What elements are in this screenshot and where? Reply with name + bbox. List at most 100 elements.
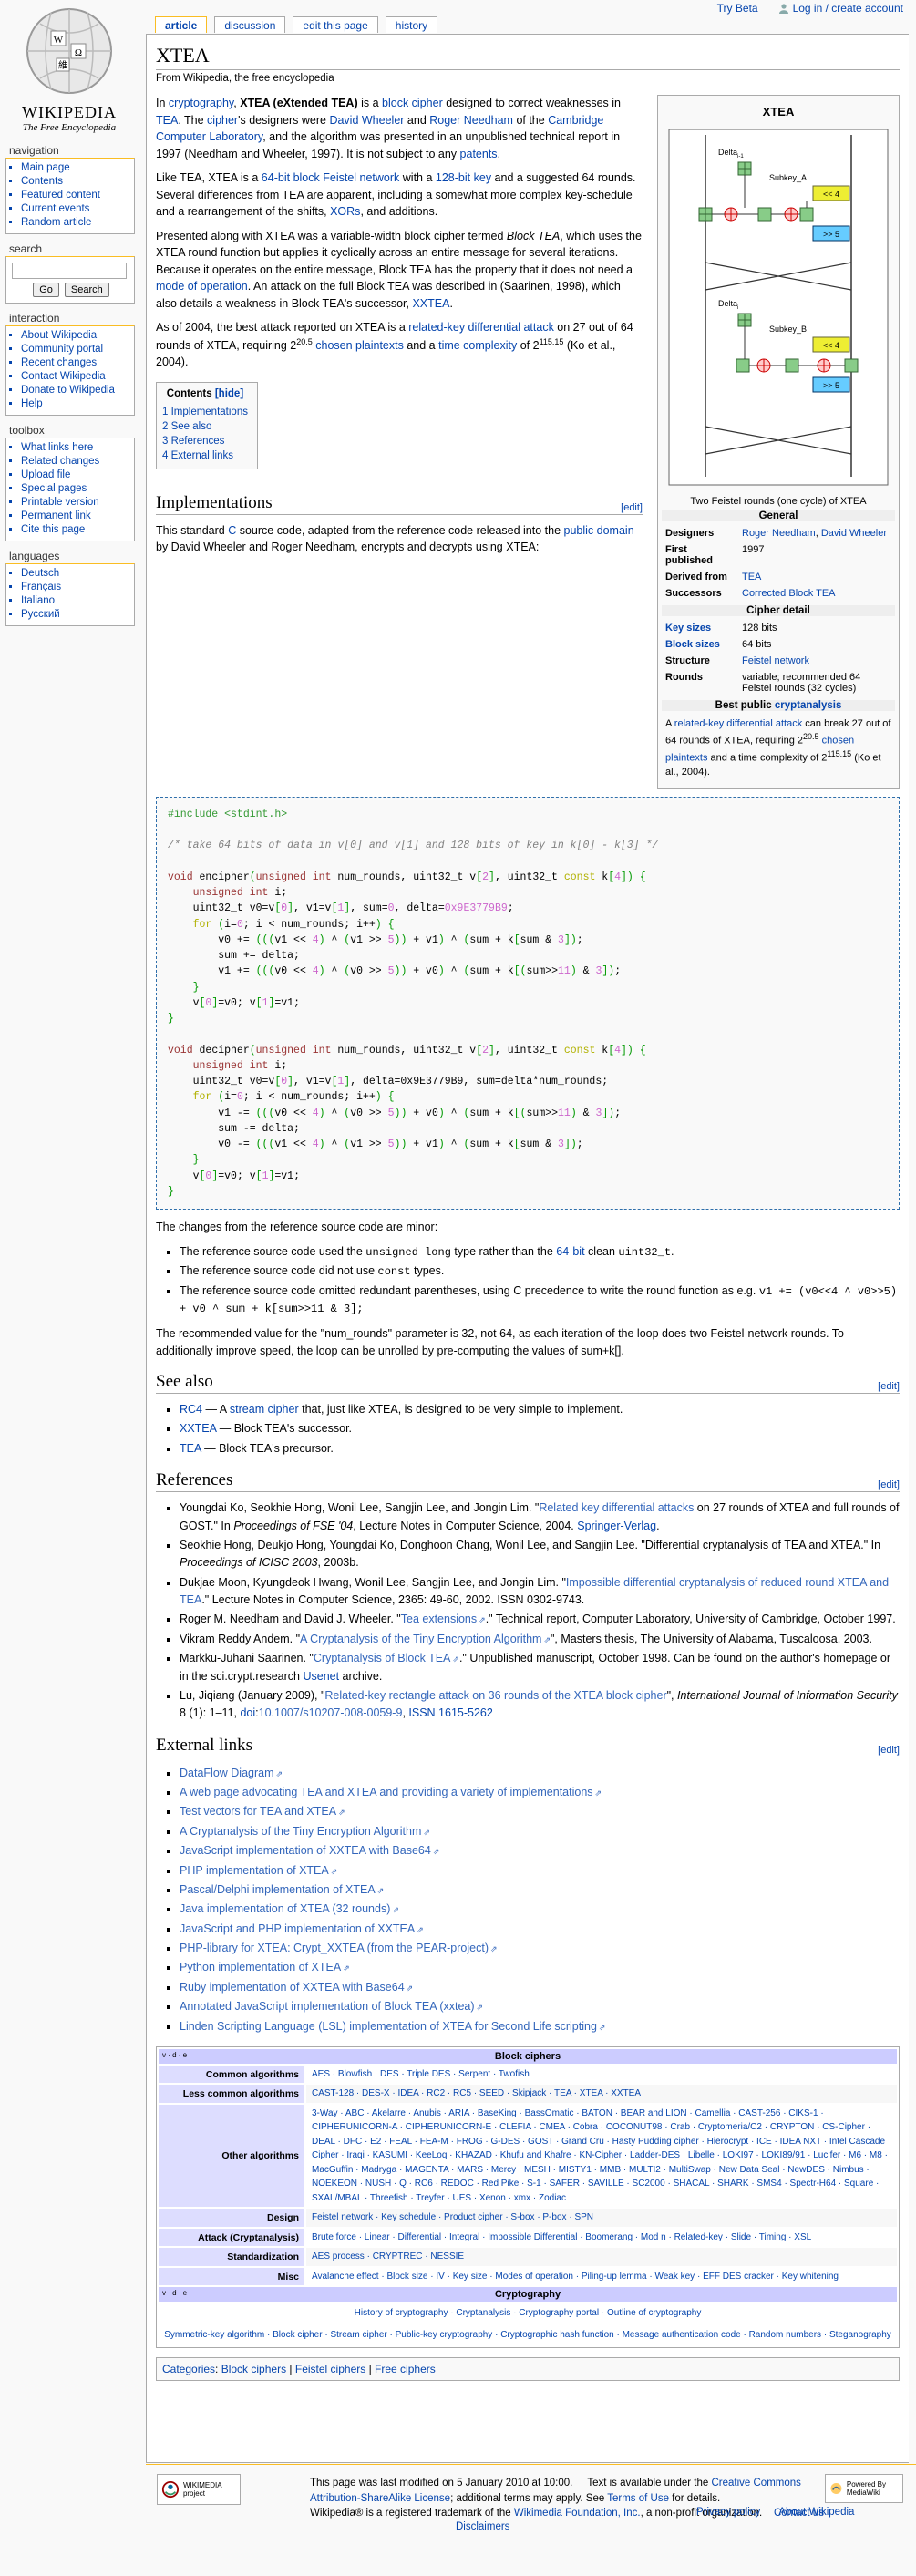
sidebar-item-donate[interactable]: Donate to Wikipedia [21, 385, 115, 396]
derived-from-link[interactable]: TEA [742, 572, 761, 582]
try-beta-link[interactable]: Try Beta [717, 2, 758, 15]
sidebar-item-special[interactable]: Special pages [21, 483, 87, 494]
128bit-link[interactable]: 128-bit [436, 171, 470, 184]
login-link[interactable]: Log in / create account [793, 2, 903, 15]
ref-link[interactable]: Related-key rectangle attack on 36 round… [324, 1689, 666, 1702]
lang-de[interactable]: Deutsch [21, 568, 59, 579]
tab-article[interactable]: article [155, 16, 208, 33]
c-language-link[interactable]: C [228, 524, 236, 537]
sidebar-item-what-links-here[interactable]: What links here [21, 442, 93, 453]
xxtea-link[interactable]: XXTEA [180, 1422, 216, 1435]
navbox-list[interactable]: CAST-128 · DES-X · IDEA · RC2 · RC5 · SE… [306, 2085, 897, 2103]
foundation-link[interactable]: Wikimedia Foundation, Inc. [514, 2508, 641, 2519]
external-link[interactable]: A Cryptanalysis of the Tiny Encryption A… [180, 1825, 421, 1838]
search-input[interactable] [12, 263, 127, 279]
external-link[interactable]: PHP implementation of XTEA [180, 1864, 329, 1877]
rc4-link[interactable]: RC4 [180, 1403, 202, 1416]
mode-of-operation-link[interactable]: mode of operation [156, 280, 248, 293]
wikimedia-logo[interactable]: WIKIMEDIA project [157, 2474, 241, 2505]
external-link[interactable]: JavaScript implementation of XXTEA with … [180, 1844, 431, 1857]
public-domain-link[interactable]: public domain [564, 524, 634, 537]
navbox-list[interactable]: Feistel network · Key schedule · Product… [306, 2209, 897, 2227]
category-link[interactable]: Feistel ciphers [295, 2363, 365, 2375]
sidebar-item-random[interactable]: Random article [21, 217, 91, 228]
navbox-list[interactable]: AES process · CRYPTREC · NESSIE [306, 2248, 897, 2266]
navbox-list[interactable]: AES · Blowfish · DES · Triple DES · Serp… [306, 2066, 897, 2084]
mediawiki-logo[interactable]: Powered By MediaWiki [825, 2474, 903, 2503]
navbox-list[interactable]: Avalanche effect · Block size · IV · Key… [306, 2268, 897, 2286]
block-link[interactable]: block [293, 171, 320, 184]
tea-link[interactable]: TEA [180, 1442, 201, 1455]
cryptography-link[interactable]: cryptography [169, 97, 233, 109]
cipher-link[interactable]: cipher [207, 114, 238, 127]
doi-link[interactable]: doi [240, 1706, 255, 1719]
toc-item-references[interactable]: 3 References [162, 436, 224, 447]
usenet-link[interactable]: Usenet [303, 1670, 339, 1683]
external-link[interactable]: Annotated JavaScript implementation of B… [180, 2000, 475, 2013]
terms-link[interactable]: Terms of Use [607, 2493, 669, 2504]
navbox-title-text[interactable]: Cryptography [495, 2289, 561, 2300]
toc-item-external-links[interactable]: 4 External links [162, 450, 233, 461]
about-link[interactable]: About Wikipedia [778, 2507, 854, 2518]
key-link[interactable]: key [474, 171, 491, 184]
issn-link[interactable]: ISSN 1615-5262 [408, 1706, 492, 1719]
vde-links[interactable]: v · d · e [162, 2051, 187, 2059]
categories-link[interactable]: Categories [162, 2363, 215, 2375]
sidebar-item-recent-changes[interactable]: Recent changes [21, 357, 97, 368]
external-link[interactable]: JavaScript and PHP implementation of XXT… [180, 1922, 415, 1935]
sidebar-item-permanent[interactable]: Permanent link [21, 510, 91, 521]
external-link[interactable]: A web page advocating TEA and XTEA and p… [180, 1786, 593, 1798]
external-link[interactable]: Python implementation of XTEA [180, 1961, 341, 1973]
sidebar-item-contact[interactable]: Contact Wikipedia [21, 371, 106, 382]
external-link[interactable]: Linden Scripting Language (LSL) implemen… [180, 2020, 597, 2033]
sidebar-item-about[interactable]: About Wikipedia [21, 330, 97, 341]
external-link[interactable]: PHP-library for XTEA: Crypt_XXTEA (from … [180, 1942, 489, 1954]
tab-discussion[interactable]: discussion [214, 16, 286, 33]
successors-link[interactable]: Corrected Block TEA [742, 588, 836, 599]
block-sizes-label[interactable]: Block sizes [665, 639, 720, 650]
search-button[interactable]: Search [64, 283, 109, 297]
sidebar-item-contents[interactable]: Contents [21, 176, 63, 187]
wikipedia-logo[interactable]: W Ω 維 WIKIPEDIA The Free Encyclopedia [5, 2, 133, 139]
lang-it[interactable]: Italiano [21, 595, 55, 606]
chosen-plaintexts-link[interactable]: chosen plaintexts [315, 339, 404, 352]
external-link[interactable]: Pascal/Delphi implementation of XTEA [180, 1883, 376, 1896]
sidebar-item-upload[interactable]: Upload file [21, 469, 70, 480]
category-link[interactable]: Block ciphers [221, 2363, 286, 2375]
external-link[interactable]: Test vectors for TEA and XTEA [180, 1805, 336, 1818]
vde-links[interactable]: v · d · e [162, 2289, 187, 2297]
rkd-attack-link[interactable]: related-key differential attack [674, 718, 802, 729]
edit-section-link[interactable]: [edit] [878, 1381, 900, 1392]
64bit-link[interactable]: 64-bit [556, 1245, 584, 1258]
designer-link-wheeler[interactable]: David Wheeler [821, 528, 887, 539]
designer-link-needham[interactable]: Roger Needham [742, 528, 816, 539]
xors-link[interactable]: XORs [330, 205, 360, 218]
toc-item-implementations[interactable]: 1 Implementations [162, 407, 248, 417]
sidebar-item-help[interactable]: Help [21, 398, 43, 409]
ref-link[interactable]: A Cryptanalysis of the Tiny Encryption A… [300, 1633, 541, 1645]
lang-fr[interactable]: Français [21, 582, 61, 592]
tea-link[interactable]: TEA [156, 114, 178, 127]
navbox-list[interactable]: History of cryptography · Cryptanalysis … [159, 2303, 897, 2324]
sidebar-item-related-changes[interactable]: Related changes [21, 456, 99, 467]
tab-edit[interactable]: edit this page [293, 16, 378, 33]
edit-section-link[interactable]: [edit] [878, 1479, 900, 1490]
edit-section-link[interactable]: [edit] [621, 502, 643, 513]
sidebar-item-cite[interactable]: Cite this page [21, 524, 85, 535]
disclaimers-link[interactable]: Disclaimers [456, 2521, 509, 2532]
block-cipher-link[interactable]: block cipher [382, 97, 443, 109]
navbox-list[interactable]: Symmetric-key algorithm · Block cipher ·… [159, 2325, 897, 2345]
ref-link[interactable]: Tea extensions [401, 1613, 477, 1625]
lang-ru[interactable]: Русский [21, 609, 60, 620]
needham-link[interactable]: Roger Needham [429, 114, 513, 127]
toc-item-see-also[interactable]: 2 See also [162, 421, 211, 432]
xxtea-link[interactable]: XXTEA [412, 297, 449, 310]
ref-link[interactable]: Related key differential attacks [539, 1501, 694, 1514]
sidebar-item-current-events[interactable]: Current events [21, 203, 89, 214]
sidebar-item-main-page[interactable]: Main page [21, 162, 70, 173]
external-link[interactable]: Ruby implementation of XXTEA with Base64 [180, 1981, 405, 1994]
cryptanalysis-link[interactable]: cryptanalysis [775, 700, 842, 711]
go-button[interactable]: Go [33, 283, 59, 297]
time-complexity-link[interactable]: time complexity [438, 339, 517, 352]
feistel-link[interactable]: Feistel network [323, 171, 399, 184]
